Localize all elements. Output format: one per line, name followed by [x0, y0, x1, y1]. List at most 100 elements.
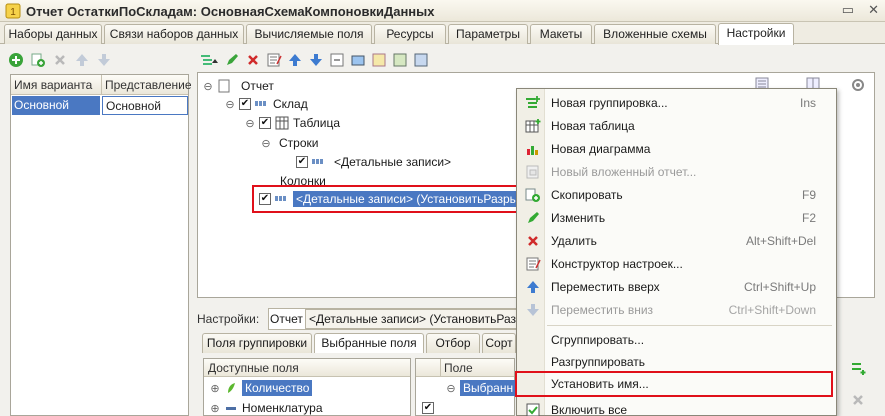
table-checkbox[interactable]: ✔ [259, 117, 271, 129]
collapse-icon[interactable]: ⊖ [261, 138, 271, 150]
tree-label-table: Таблица [293, 116, 341, 130]
gear-icon[interactable] [850, 77, 866, 93]
add-icon[interactable] [8, 52, 24, 68]
tree-node-sklad[interactable]: ⊖ ✔ Склад [225, 95, 307, 113]
tab-parameters[interactable]: Параметры [448, 24, 528, 44]
settings-breadcrumb: Отчет <Детальные записи> (УстановитьРазр… [268, 308, 518, 330]
app-icon: 1 [5, 3, 21, 19]
selected-fields-toolbar [842, 358, 882, 416]
selected-item-checkbox[interactable]: ✔ [422, 402, 434, 414]
tree-label-report: Отчет [241, 79, 274, 93]
detail-rows-checkbox[interactable]: ✔ [296, 156, 308, 168]
tab-resources[interactable]: Ресурсы [374, 24, 446, 44]
grouping-icon [312, 159, 323, 164]
menu-item-enable-all[interactable]: Включить все [517, 399, 836, 416]
tab-bar: Наборы данных Связи наборов данных Вычис… [0, 22, 885, 45]
variant-name-cell[interactable]: Основной [12, 96, 100, 115]
tab-calculated-fields[interactable]: Вычисляемые поля [246, 24, 372, 44]
close-icon[interactable]: ✕ [868, 2, 879, 18]
selected-fields-tree: Поле ⊖ Выбранн ✔ [415, 358, 517, 416]
tab-layouts[interactable]: Макеты [530, 24, 592, 44]
delete-icon[interactable] [245, 52, 261, 68]
list-item[interactable]: ⊕ Количество [210, 379, 313, 397]
settings-wizard-icon [526, 257, 541, 271]
column-field[interactable]: Поле [444, 361, 473, 375]
new-grouping-icon [526, 96, 540, 108]
structure-toolbar [197, 50, 429, 70]
collapse-icon[interactable]: ⊖ [446, 383, 456, 395]
group-icon[interactable] [350, 52, 366, 68]
move-down-icon[interactable] [308, 52, 324, 68]
tab-settings[interactable]: Настройки [718, 23, 794, 45]
settings-label: Настройки: [197, 312, 260, 326]
tree-node-rows[interactable]: ⊖ Строки [261, 134, 318, 152]
expand-icon[interactable] [329, 52, 345, 68]
selected-fields-header: Поле [416, 359, 514, 377]
menu-item-delete[interactable]: Удалить Alt+Shift+Del [517, 230, 836, 252]
new-nested-report-icon [526, 165, 539, 179]
column-representation[interactable]: Представление [105, 78, 192, 92]
menu-item-edit[interactable]: Изменить F2 [517, 207, 836, 229]
collapse-icon[interactable]: ⊖ [245, 118, 255, 130]
menu-item-copy[interactable]: Скопировать F9 [517, 184, 836, 206]
move-up-icon[interactable] [287, 52, 303, 68]
list-item[interactable]: ⊕ Номенклатура [210, 399, 322, 416]
menu-item-move-up[interactable]: Переместить вверх Ctrl+Shift+Up [517, 276, 836, 298]
menu-item-new-nested-report[interactable]: Новый вложенный отчет... [517, 161, 836, 183]
minimize-icon[interactable]: ▭ [842, 2, 854, 18]
add-icon[interactable] [850, 360, 866, 376]
copy-icon[interactable] [30, 52, 46, 68]
available-fields-title: Доступные поля [208, 361, 299, 375]
menu-item-ungroup[interactable]: Разгруппировать [517, 351, 836, 373]
menu-item-settings-wizard[interactable]: Конструктор настроек... [517, 253, 836, 275]
menu-item-move-down[interactable]: Переместить вниз Ctrl+Shift+Down [517, 299, 836, 321]
collapse-icon[interactable]: ⊖ [225, 99, 235, 111]
variants-table-header: Имя варианта Представление [11, 75, 192, 95]
tab-nested-schemas[interactable]: Вложенные схемы [594, 24, 716, 44]
collapse-icon[interactable]: ⊖ [203, 81, 213, 93]
svg-text:1: 1 [10, 7, 16, 18]
tree-label-detail-rows: <Детальные записи> [334, 155, 452, 169]
variant-repr-cell[interactable]: Основной [102, 96, 188, 115]
delete-icon[interactable] [52, 52, 68, 68]
settings-wizard-icon[interactable] [266, 52, 282, 68]
move-up-icon[interactable] [74, 52, 90, 68]
delete-icon[interactable] [850, 392, 866, 408]
tab-grouping-fields[interactable]: Поля группировки [202, 333, 312, 353]
tab-selected-fields[interactable]: Выбранные поля [314, 333, 424, 353]
move-down-icon[interactable] [96, 52, 112, 68]
expand-icon[interactable]: ⊕ [210, 383, 220, 395]
output-icon[interactable] [413, 52, 429, 68]
menu-item-new-table[interactable]: Новая таблица [517, 115, 836, 137]
table-row[interactable]: Основной Основной [11, 96, 188, 115]
window-title: Отчет ОстаткиПоСкладам: ОсновнаяСхемаКом… [26, 4, 435, 19]
tab-dataset-links[interactable]: Связи наборов данных [104, 24, 244, 44]
filter-icon[interactable] [392, 52, 408, 68]
menu-item-group[interactable]: Сгруппировать... [517, 329, 836, 351]
tab-filter[interactable]: Отбор [426, 333, 480, 353]
tab-datasets[interactable]: Наборы данных [4, 24, 102, 44]
column-variant-name[interactable]: Имя варианта [14, 78, 92, 92]
sklad-checkbox[interactable]: ✔ [239, 98, 251, 110]
tree-node-table[interactable]: ⊖ ✔ Таблица [245, 114, 340, 132]
edit-icon[interactable] [224, 52, 240, 68]
breadcrumb-root[interactable]: Отчет [270, 312, 303, 326]
report-icon[interactable] [371, 52, 387, 68]
available-fields-tree: Доступные поля ⊕ Количество ⊕ Номенклату… [203, 358, 411, 416]
title-bar: 1 Отчет ОстаткиПоСкладам: ОсновнаяСхемаК… [0, 0, 885, 22]
new-table-icon [525, 119, 541, 133]
tab-sort[interactable]: Сорт [482, 333, 516, 353]
breadcrumb-item[interactable]: <Детальные записи> (УстановитьРазрыв) [305, 309, 517, 329]
expand-icon[interactable]: ⊕ [210, 403, 220, 415]
highlight-box-menu [515, 371, 833, 397]
list-item[interactable]: ⊖ Выбранн [446, 379, 517, 397]
move-up-icon [527, 281, 539, 293]
field-label: Количество [242, 380, 313, 396]
menu-item-new-chart[interactable]: Новая диаграмма [517, 138, 836, 160]
tree-node-report[interactable]: ⊖ Отчет [203, 77, 274, 95]
list-item[interactable]: ✔ [422, 399, 434, 416]
menu-item-new-grouping[interactable]: Новая группировка... Ins [517, 92, 836, 114]
tree-node-detail-rows[interactable]: ✔ <Детальные записи> [296, 153, 451, 171]
new-grouping-dropdown-icon[interactable] [197, 52, 219, 68]
edit-icon [528, 212, 539, 223]
